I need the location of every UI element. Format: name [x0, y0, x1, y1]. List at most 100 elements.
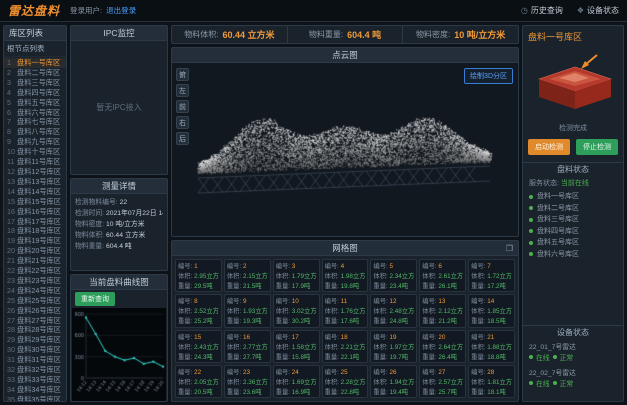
grid-cell[interactable]: 编号: 2体积: 2.15立方米重量: 21.5吨 [224, 259, 271, 292]
pointcloud-viewport[interactable]: 俯左前右后 绘制3D分区 [172, 63, 518, 236]
logout-link[interactable]: 退出登录 [106, 5, 136, 16]
area-list-item[interactable]: 24盘料24号库区 [4, 286, 66, 296]
grid-cell[interactable]: 编号: 27体积: 2.57立方米重量: 25.7吨 [419, 365, 466, 398]
area-list-item[interactable]: 17盘料17号库区 [4, 217, 66, 227]
stat-volume-value: 60.44 立方米 [222, 28, 274, 41]
grid-cell[interactable]: 编号: 28体积: 1.81立方米重量: 18.1吨 [468, 365, 515, 398]
area-list-item[interactable]: 1盘料一号库区 [4, 58, 66, 68]
main-area: 库区列表 根节点列表 1盘料一号库区2盘料二号库区3盘料三号库区4盘料四号库区5… [0, 22, 627, 405]
grid-cell[interactable]: 编号: 24体积: 1.69立方米重量: 16.9吨 [273, 365, 320, 398]
area-list-item[interactable]: 25盘料25号库区 [4, 296, 66, 306]
measurement-detail-rows: 检测物料编号: 22检测时间: 2021年07月22日 14:20:36物料密度… [71, 194, 167, 255]
area-list-item[interactable]: 11盘料11号库区 [4, 157, 66, 167]
view-button[interactable]: 后 [176, 132, 189, 145]
area-list-item[interactable]: 2盘料二号库区 [4, 68, 66, 78]
area-list-item[interactable]: 6盘料六号库区 [4, 108, 66, 118]
history-query-button[interactable]: ◷ 历史查询 [521, 5, 563, 16]
online-dot-icon [529, 206, 533, 210]
app-logo: 雷达盘料 [8, 2, 60, 19]
grid-cell[interactable]: 编号: 26体积: 1.94立方米重量: 19.4吨 [370, 365, 417, 398]
area-list-item[interactable]: 23盘料23号库区 [4, 276, 66, 286]
detail-row: 物料密度: 10 吨/立方米 [75, 219, 163, 230]
view-button[interactable]: 左 [176, 84, 189, 97]
area-list-item[interactable]: 15盘料15号库区 [4, 197, 66, 207]
clock-icon: ◷ [521, 6, 528, 15]
grid-cell[interactable]: 编号: 25体积: 2.28立方米重量: 22.8吨 [322, 365, 369, 398]
requery-button[interactable]: 重新查询 [75, 292, 115, 306]
area-list-item[interactable]: 18盘料18号库区 [4, 226, 66, 236]
device-icon: ❖ [577, 6, 584, 15]
area-list-item[interactable]: 27盘料27号库区 [4, 316, 66, 326]
view-button[interactable]: 前 [176, 100, 189, 113]
area-list-item[interactable]: 14盘料14号库区 [4, 187, 66, 197]
area-list-item[interactable]: 34盘料34号库区 [4, 385, 66, 395]
area-list-item[interactable]: 13盘料13号库区 [4, 177, 66, 187]
area-list-item[interactable]: 29盘料29号库区 [4, 335, 66, 345]
device-row: 22_01_7号雷达在线正常 [529, 341, 617, 362]
area-list-item[interactable]: 22盘料22号库区 [4, 266, 66, 276]
curve-canvas [72, 308, 166, 402]
grid-cell[interactable]: 编号: 20体积: 2.64立方米重量: 26.4吨 [419, 330, 466, 363]
start-detection-button[interactable]: 启动检测 [528, 139, 570, 155]
grid-cell[interactable]: 编号: 7体积: 1.72立方米重量: 17.2吨 [468, 259, 515, 292]
grid-cell[interactable]: 编号: 3体积: 1.79立方米重量: 17.9吨 [273, 259, 320, 292]
area-list-item[interactable]: 21盘料21号库区 [4, 256, 66, 266]
area-list-item[interactable]: 16盘料16号库区 [4, 207, 66, 217]
grid-cell[interactable]: 编号: 6体积: 2.61立方米重量: 26.1吨 [419, 259, 466, 292]
inventory-status-header: 盘料状态 [523, 162, 623, 176]
ipc-monitor-panel: IPC监控 暂无IPC接入 [70, 25, 168, 175]
grid-cell[interactable]: 编号: 21体积: 1.88立方米重量: 18.8吨 [468, 330, 515, 363]
area-list-item[interactable]: 4盘料四号库区 [4, 88, 66, 98]
area-list-item[interactable]: 20盘料20号库区 [4, 246, 66, 256]
grid-cell[interactable]: 编号: 19体积: 1.97立方米重量: 19.7吨 [370, 330, 417, 363]
view-button[interactable]: 俯 [176, 68, 189, 81]
grid-cell[interactable]: 编号: 8体积: 2.52立方米重量: 25.2吨 [175, 294, 222, 327]
grid-cell[interactable]: 编号: 14体积: 1.85立方米重量: 18.5吨 [468, 294, 515, 327]
area-list[interactable]: 1盘料一号库区2盘料二号库区3盘料三号库区4盘料四号库区5盘料五号库区6盘料六号… [4, 57, 66, 401]
queue-item: 盘料三号库区 [529, 214, 617, 226]
area-list-item[interactable]: 10盘料十号库区 [4, 147, 66, 157]
grid-cell[interactable]: 编号: 18体积: 2.21立方米重量: 22.1吨 [322, 330, 369, 363]
grid-cell[interactable]: 编号: 4体积: 1.98立方米重量: 19.8吨 [322, 259, 369, 292]
area-list-item[interactable]: 30盘料30号库区 [4, 345, 66, 355]
grid-cell[interactable]: 编号: 5体积: 2.34立方米重量: 23.4吨 [370, 259, 417, 292]
area-list-item[interactable]: 12盘料12号库区 [4, 167, 66, 177]
grid-cell[interactable]: 编号: 10体积: 3.02立方米重量: 30.2吨 [273, 294, 320, 327]
area-list-item[interactable]: 35盘料35号库区 [4, 395, 66, 401]
grid-cell[interactable]: 编号: 11体积: 1.76立方米重量: 17.6吨 [322, 294, 369, 327]
grid-cell[interactable]: 编号: 15体积: 2.43立方米重量: 24.3吨 [175, 330, 222, 363]
area-list-item[interactable]: 19盘料19号库区 [4, 236, 66, 246]
grid-cell[interactable]: 编号: 12体积: 2.48立方米重量: 24.8吨 [370, 294, 417, 327]
area-list-item[interactable]: 3盘料三号库区 [4, 78, 66, 88]
service-status-row: 服务状态: 当前在线 [523, 176, 623, 190]
online-dot-icon [529, 355, 533, 359]
area-list-item[interactable]: 28盘料28号库区 [4, 325, 66, 335]
grid-cell[interactable]: 编号: 16体积: 2.77立方米重量: 27.7吨 [224, 330, 271, 363]
queue-item: 盘料一号库区 [529, 191, 617, 203]
draw-3d-zone-button[interactable]: 绘制3D分区 [464, 68, 513, 84]
grid-cell[interactable]: 编号: 1体积: 2.95立方米重量: 29.5吨 [175, 259, 222, 292]
grid-cell[interactable]: 编号: 17体积: 1.58立方米重量: 15.8吨 [273, 330, 320, 363]
grid-cell[interactable]: 编号: 23体积: 2.36立方米重量: 23.6吨 [224, 365, 271, 398]
grid-cell[interactable]: 编号: 22体积: 2.05立方米重量: 20.5吨 [175, 365, 222, 398]
device-status-button[interactable]: ❖ 设备状态 [577, 5, 619, 16]
grid-cell[interactable]: 编号: 9体积: 1.93立方米重量: 19.3吨 [224, 294, 271, 327]
area-list-item[interactable]: 31盘料31号库区 [4, 355, 66, 365]
area-list-item[interactable]: 7盘料七号库区 [4, 117, 66, 127]
area-list-root-node[interactable]: 根节点列表 [4, 41, 66, 57]
area-list-item[interactable]: 8盘料八号库区 [4, 127, 66, 137]
grid-expand-icon[interactable]: ❐ [506, 244, 513, 253]
stop-detection-button[interactable]: 停止检测 [576, 139, 618, 155]
grid-cells: 编号: 1体积: 2.95立方米重量: 29.5吨编号: 2体积: 2.15立方… [172, 256, 518, 401]
online-dot-icon [529, 229, 533, 233]
pointcloud-canvas[interactable] [174, 71, 514, 227]
area-list-item[interactable]: 26盘料26号库区 [4, 306, 66, 316]
area-list-item[interactable]: 5盘料五号库区 [4, 98, 66, 108]
stat-weight-value: 604.4 吨 [347, 28, 381, 41]
login-user-label: 登录用户: [70, 5, 102, 16]
area-list-item[interactable]: 33盘料33号库区 [4, 375, 66, 385]
area-list-item[interactable]: 32盘料32号库区 [4, 365, 66, 375]
view-button[interactable]: 右 [176, 116, 189, 129]
grid-cell[interactable]: 编号: 13体积: 2.12立方米重量: 21.2吨 [419, 294, 466, 327]
area-list-item[interactable]: 9盘料九号库区 [4, 137, 66, 147]
